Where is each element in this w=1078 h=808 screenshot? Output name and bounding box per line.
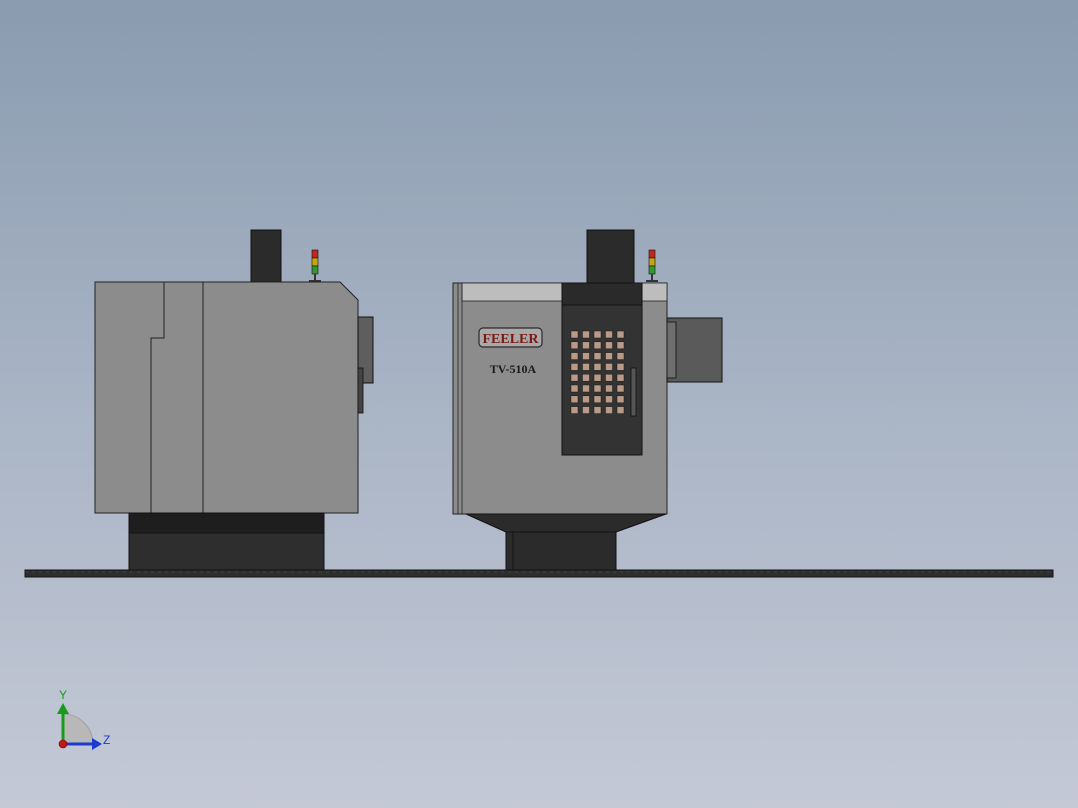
control-panel-key[interactable] <box>582 406 590 414</box>
front-spindle-motor <box>586 229 635 284</box>
model-label: TV-510A <box>490 362 537 376</box>
control-panel-key[interactable] <box>570 373 579 382</box>
control-panel-key[interactable] <box>605 406 613 414</box>
control-panel-key[interactable] <box>593 384 602 393</box>
front-stack-light <box>646 249 658 282</box>
control-panel-key[interactable] <box>582 341 590 350</box>
control-panel-key[interactable] <box>616 341 625 350</box>
control-panel-key[interactable] <box>605 352 613 360</box>
machine-side-view[interactable] <box>94 229 374 571</box>
front-control-panel[interactable] <box>561 282 643 456</box>
control-panel-key[interactable] <box>605 384 613 393</box>
control-panel-key[interactable] <box>593 373 602 382</box>
control-panel-key[interactable] <box>582 373 590 382</box>
side-base-top <box>128 512 325 534</box>
control-panel-key[interactable] <box>616 373 625 382</box>
control-panel-key[interactable] <box>570 341 579 350</box>
control-panel-key[interactable] <box>605 395 613 404</box>
control-panel-key[interactable] <box>593 363 602 371</box>
control-panel-key[interactable] <box>616 406 625 414</box>
control-panel-key[interactable] <box>616 352 625 360</box>
triad-z-label: Z <box>103 733 110 747</box>
triad-y-label: Y <box>59 688 67 702</box>
control-panel-key[interactable] <box>593 352 602 360</box>
triad-quadrant <box>62 713 94 745</box>
control-panel-key[interactable] <box>605 373 613 382</box>
brand-badge: FEELER <box>478 327 543 348</box>
control-panel-handle <box>630 367 637 417</box>
control-panel-key[interactable] <box>582 384 590 393</box>
control-panel-key[interactable] <box>605 341 613 350</box>
control-panel-key[interactable] <box>570 395 579 404</box>
control-panel-key[interactable] <box>570 406 579 414</box>
control-panel-key[interactable] <box>593 406 602 414</box>
control-panel-key[interactable] <box>582 330 590 339</box>
control-panel-key[interactable] <box>570 330 579 339</box>
control-panel-key[interactable] <box>605 363 613 371</box>
control-panel-key[interactable] <box>582 352 590 360</box>
control-panel-key[interactable] <box>582 363 590 371</box>
floor-plate <box>24 569 1054 578</box>
control-panel-key[interactable] <box>616 395 625 404</box>
control-panel-key[interactable] <box>616 363 625 371</box>
control-panel-key[interactable] <box>605 330 613 339</box>
side-stack-light <box>309 249 321 282</box>
control-panel-key[interactable] <box>593 395 602 404</box>
control-panel-key[interactable] <box>570 352 579 360</box>
control-panel-key[interactable] <box>616 384 625 393</box>
front-base-column <box>505 531 617 571</box>
brand-label: FEELER <box>482 332 539 347</box>
cad-viewport[interactable]: FEELER TV-510A Y Z <box>0 0 1078 808</box>
control-panel-key[interactable] <box>582 395 590 404</box>
front-base-taper <box>465 513 667 533</box>
side-base <box>128 532 325 571</box>
side-enclosure <box>94 281 359 514</box>
x-axis-dot <box>58 739 68 749</box>
axis-triad[interactable]: Y Z <box>57 688 110 750</box>
control-panel-key[interactable] <box>616 330 625 339</box>
side-handle <box>357 367 364 414</box>
control-panel-key[interactable] <box>570 363 579 371</box>
side-spindle-motor <box>250 229 282 283</box>
machine-front-view[interactable]: FEELER TV-510A <box>452 229 723 571</box>
control-panel-key[interactable] <box>593 330 602 339</box>
model-scene[interactable]: FEELER TV-510A Y Z <box>0 0 1078 808</box>
control-panel-key[interactable] <box>593 341 602 350</box>
control-panel-key[interactable] <box>570 384 579 393</box>
